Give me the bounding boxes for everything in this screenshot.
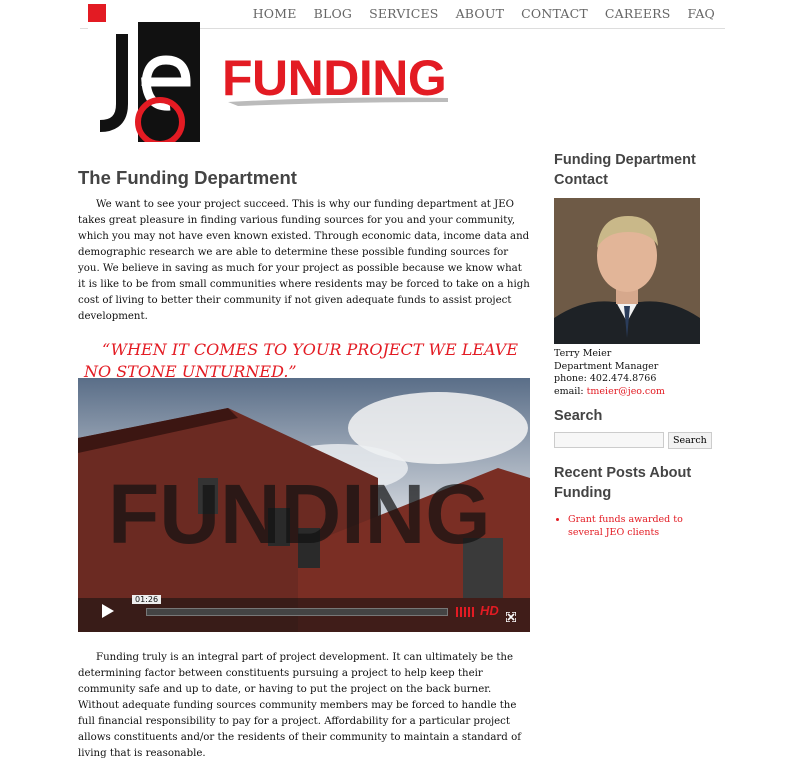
pull-quote: “WHEN IT COMES TO YOUR PROJECT WE LEAVE … [84, 340, 519, 381]
play-icon [102, 604, 114, 618]
recent-posts-list: Grant funds awarded to several JEO clien… [554, 513, 714, 539]
page-title: The Funding Department [78, 167, 297, 188]
video-time: 01:26 [132, 595, 162, 604]
body-paragraph: Funding truly is an integral part of pro… [78, 652, 521, 760]
nav-about[interactable]: ABOUT [456, 6, 505, 21]
nav-blog[interactable]: BLOG [314, 6, 353, 21]
search-heading: Search [554, 408, 603, 424]
email-link[interactable]: tmeier@jeo.com [587, 386, 665, 397]
video-progress-bar[interactable] [146, 608, 448, 616]
recent-posts-heading: Recent Posts About Funding [554, 465, 692, 501]
volume-icon[interactable] [456, 607, 474, 617]
nav-home[interactable]: HOME [253, 6, 297, 21]
hd-button[interactable]: HD [480, 603, 499, 618]
fullscreen-icon[interactable] [505, 607, 517, 623]
nav-services[interactable]: SERVICES [369, 6, 438, 21]
contact-email-row: email: tmeier@jeo.com [554, 386, 714, 399]
sidebar: Funding Department Contact Terry Meier D… [554, 150, 714, 539]
search-button[interactable]: Search [668, 432, 712, 449]
page-banner: FUNDING [222, 48, 450, 108]
nav-contact[interactable]: CONTACT [521, 6, 588, 21]
jeo-logo[interactable] [86, 4, 202, 147]
nav-careers[interactable]: CAREERS [605, 6, 671, 21]
contact-title: Department Manager [554, 360, 659, 372]
video-player[interactable]: FUNDING 01:26 HD [78, 378, 530, 632]
contact-heading: Funding Department Contact [554, 152, 696, 188]
search-form: Search [554, 432, 714, 449]
intro-paragraph: We want to see your project succeed. Thi… [78, 199, 530, 322]
recent-post-link[interactable]: Grant funds awarded to several JEO clien… [568, 513, 714, 539]
nav-list: HOME BLOG SERVICES ABOUT CONTACT CAREERS… [253, 6, 715, 21]
contact-info: Terry Meier Department Manager phone: 40… [554, 348, 714, 398]
play-button[interactable] [92, 600, 122, 622]
main-content: The Funding Department We want to see yo… [78, 165, 530, 383]
contact-phone: phone: 402.474.8766 [554, 373, 657, 384]
banner-swoosh [228, 97, 448, 106]
search-input[interactable] [554, 432, 664, 448]
contact-photo [554, 198, 700, 344]
nav-faq[interactable]: FAQ [688, 6, 715, 21]
email-label: email: [554, 385, 587, 397]
contact-name: Terry Meier [554, 348, 612, 359]
video-overlay-text: FUNDING [108, 467, 491, 561]
